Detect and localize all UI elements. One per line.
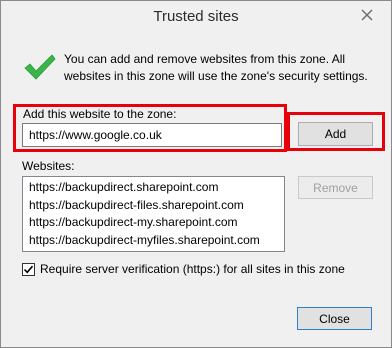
checkmark-icon	[22, 52, 56, 85]
websites-list[interactable]: https://backupdirect.sharepoint.com http…	[22, 176, 285, 252]
list-item[interactable]: https://backupdirect.sharepoint.com	[29, 179, 278, 197]
title-bar: Trusted sites	[1, 1, 391, 33]
intro-text: You can add and remove websites from thi…	[64, 52, 368, 83]
remove-button[interactable]: Remove	[298, 176, 373, 199]
window-title: Trusted sites	[153, 8, 239, 25]
close-button[interactable]: Close	[297, 307, 372, 330]
require-verification-label: Require server verification (https:) for…	[40, 262, 345, 276]
close-icon	[361, 9, 373, 21]
websites-label: Websites:	[22, 159, 75, 173]
list-item[interactable]: https://backupdirect-myfiles.sharepoint.…	[29, 232, 278, 250]
require-verification-row: Require server verification (https:) for…	[22, 262, 345, 276]
list-item[interactable]: https://backupdirect-files.sharepoint.co…	[29, 197, 278, 215]
require-verification-checkbox[interactable]	[22, 262, 35, 276]
list-item[interactable]: https://backupdirect-my.sharepoint.com	[29, 214, 278, 232]
highlight-box-url	[13, 104, 287, 152]
checkbox-check-icon	[23, 265, 34, 273]
highlight-box-add	[287, 112, 385, 151]
window-close-button[interactable]	[356, 5, 378, 25]
